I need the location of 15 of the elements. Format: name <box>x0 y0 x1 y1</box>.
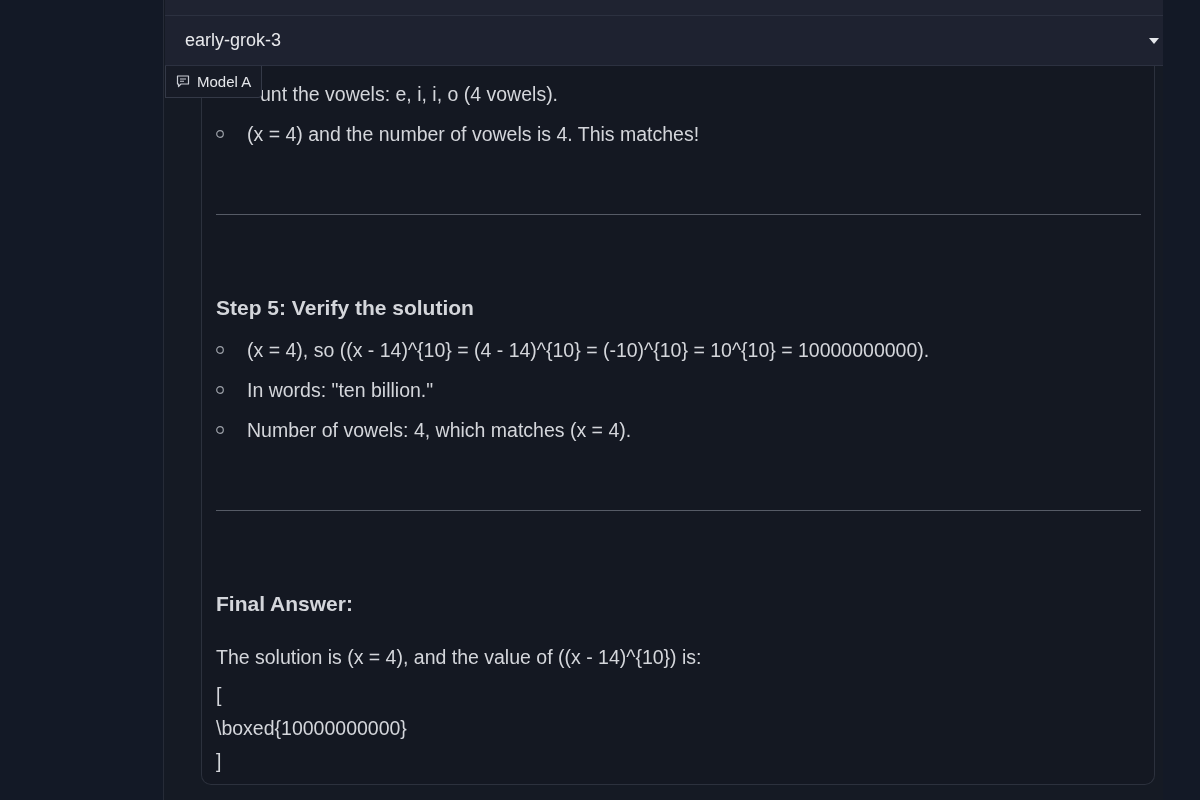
math-line: [ <box>216 684 222 706</box>
section-heading: Final Answer: <box>216 591 354 617</box>
model-dropdown[interactable]: early-grok-3 <box>165 16 1163 66</box>
chat-icon <box>176 75 190 88</box>
list-item-text: In words: "ten billion." <box>247 378 434 402</box>
math-line: ] <box>216 750 222 772</box>
list-item-text: Number of vowels: 4, which matches (x = 4). <box>247 418 632 442</box>
section-heading: Step 5: Verify the solution <box>216 295 475 321</box>
math-line: \boxed{10000000000} <box>216 717 407 739</box>
answer-paragraph: The solution is (x = 4), and the value of ((x - 14)^{10}) is: <box>216 645 703 670</box>
list-item-text: (x = 4), so ((x - 14)^{10} = (4 - 14)^{10} = (-10)^{10} = 10^{10} = 10000000000). <box>247 338 930 362</box>
caret-icon <box>1149 37 1159 44</box>
list-item-text: unt the vowels: e, i, i, o (4 vowels). <box>260 82 559 106</box>
model-name: Model A <box>197 73 252 90</box>
list-item-text: (x = 4) and the number of vowels is 4. This matches! <box>247 122 700 146</box>
